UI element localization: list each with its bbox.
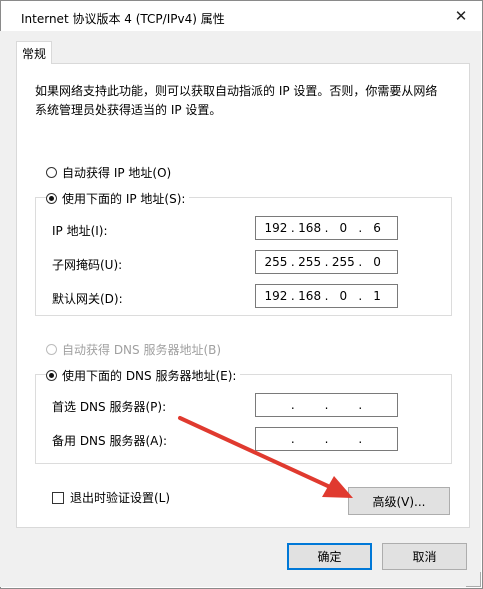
radio-manual-ip-indicator[interactable] (46, 193, 57, 204)
radio-auto-dns: 自动获得 DNS 服务器地址(B) (46, 341, 221, 358)
radio-auto-ip[interactable]: 自动获得 IP 地址(O) (46, 164, 171, 181)
radio-manual-dns[interactable]: 使用下面的 DNS 服务器地址(E): (46, 367, 241, 384)
octet: 1 (373, 289, 381, 303)
radio-manual-dns-indicator[interactable] (46, 370, 57, 381)
validate-on-exit-box[interactable] (52, 491, 64, 504)
radio-manual-ip-label: 使用下面的 IP 地址(S): (62, 192, 186, 206)
ok-button[interactable]: 确定 (287, 543, 372, 570)
radio-manual-ip[interactable]: 使用下面的 IP 地址(S): (46, 190, 190, 207)
subnet-mask-label: 子网掩码(U): (52, 258, 123, 272)
description-text: 如果网络支持此功能，则可以获取自动指派的 IP 设置。否则，你需要从网络系统管理… (35, 84, 438, 117)
octet: 255 (264, 255, 288, 269)
radio-auto-dns-indicator (46, 344, 57, 355)
octet: 192 (264, 221, 288, 235)
subnet-mask-input[interactable]: 255. 255. 255. 0 (255, 250, 398, 274)
background-window-edge (0, 31, 12, 587)
radio-auto-ip-label: 自动获得 IP 地址(O) (62, 166, 172, 180)
ip-address-label: IP 地址(I): (52, 224, 108, 238)
octet: 192 (264, 289, 288, 303)
preferred-dns-label: 首选 DNS 服务器(P): (52, 400, 167, 414)
validate-on-exit-checkbox[interactable]: 退出时验证设置(L) (52, 489, 170, 506)
octet: 255 (331, 255, 355, 269)
default-gateway-label: 默认网关(D): (52, 292, 123, 306)
default-gateway-input[interactable]: 192. 168. 0. 1 (255, 284, 398, 308)
octet: 6 (373, 221, 381, 235)
close-icon[interactable]: ✕ (448, 5, 474, 27)
radio-auto-dns-label: 自动获得 DNS 服务器地址(B) (62, 343, 222, 357)
cancel-button[interactable]: 取消 (382, 543, 467, 570)
radio-auto-ip-indicator[interactable] (46, 167, 57, 178)
radio-manual-dns-label: 使用下面的 DNS 服务器地址(E): (62, 369, 237, 383)
octet: 0 (339, 221, 348, 235)
octet: 0 (339, 289, 348, 303)
ip-address-input[interactable]: 192. 168. 0. 6 (255, 216, 398, 240)
preferred-dns-input[interactable]: . . . (255, 393, 398, 417)
octet: 255 (298, 255, 322, 269)
tab-general[interactable]: 常规 (16, 41, 52, 64)
octet: 168 (298, 221, 322, 235)
octet: 168 (298, 289, 322, 303)
validate-on-exit-label: 退出时验证设置(L) (70, 491, 171, 505)
advanced-button[interactable]: 高级(V)... (348, 487, 450, 515)
title-bar[interactable]: Internet 协议版本 4 (TCP/IPv4) 属性 ✕ (1, 1, 482, 32)
octet: 0 (373, 255, 381, 269)
alternate-dns-label: 备用 DNS 服务器(A): (52, 434, 168, 448)
window-title: Internet 协议版本 4 (TCP/IPv4) 属性 (21, 12, 225, 26)
tab-general-label: 常规 (21, 46, 46, 61)
alternate-dns-input[interactable]: . . . (255, 427, 398, 451)
resize-grip[interactable] (466, 572, 481, 587)
